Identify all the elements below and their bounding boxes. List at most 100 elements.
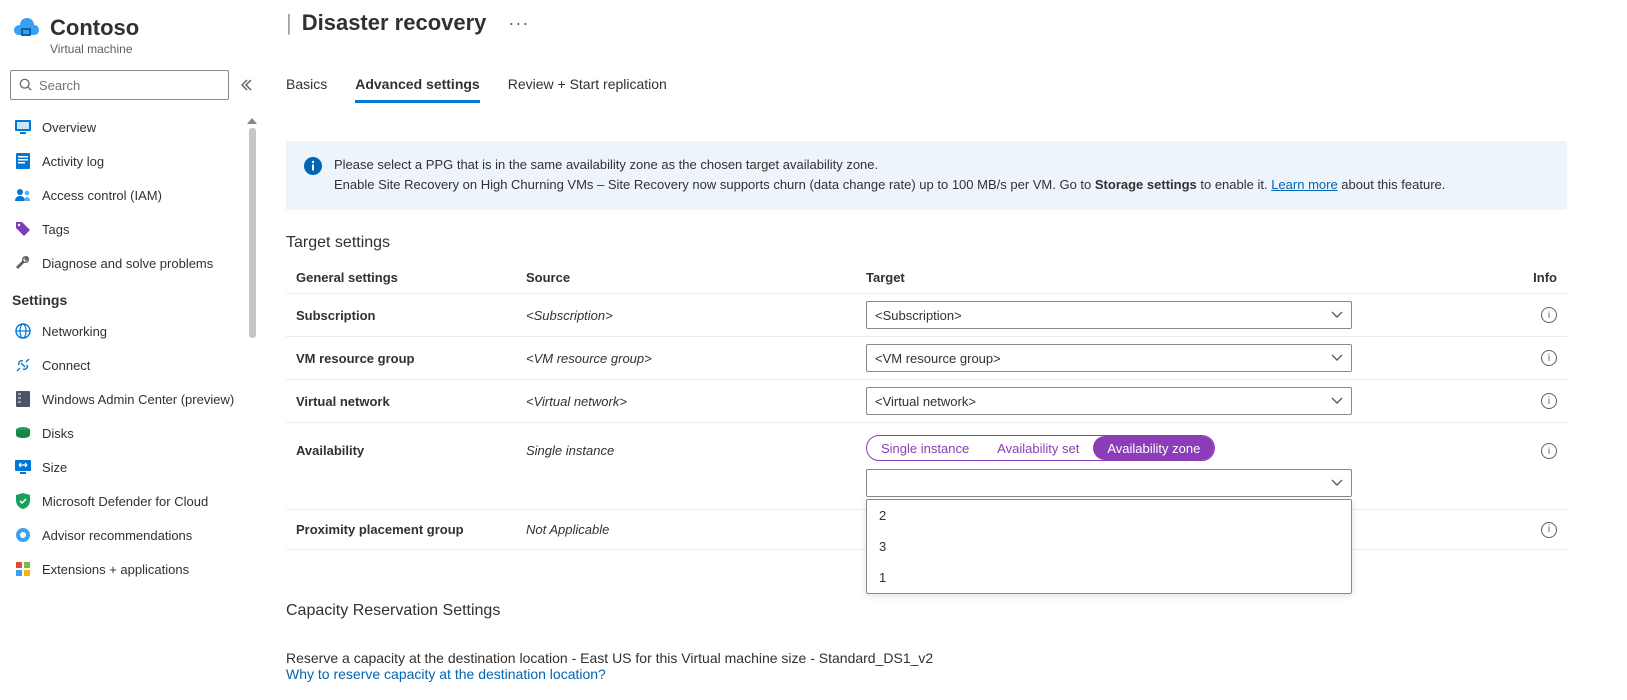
sidebar: Contoso Virtual machine Overview Activit… [0,0,260,700]
dropdown-value: <VM resource group> [875,351,1001,366]
label-vmrg: VM resource group [296,351,526,366]
nav-extensions[interactable]: Extensions + applications [6,552,253,586]
source-ppg: Not Applicable [526,522,609,537]
zone-option[interactable]: 2 [867,500,1351,531]
info-banner: Please select a PPG that is in the same … [286,141,1567,210]
target-settings-title: Target settings [286,234,1567,252]
nav-label: Networking [42,324,107,339]
banner-line1: Please select a PPG that is in the same … [334,157,878,172]
zone-option[interactable]: 1 [867,562,1351,593]
dropdown-value: <Subscription> [875,308,962,323]
disks-icon [14,424,32,442]
label-subscription: Subscription [296,308,526,323]
banner-line2a: Enable Site Recovery on High Churning VM… [334,177,1095,192]
tab-basics[interactable]: Basics [286,76,327,103]
nav-iam[interactable]: Access control (IAM) [6,178,253,212]
seg-availability-set[interactable]: Availability set [983,436,1093,460]
chevron-down-icon [1331,311,1343,319]
info-icon [304,157,322,175]
nav-defender[interactable]: Microsoft Defender for Cloud [6,484,253,518]
server-icon [14,390,32,408]
monitor-icon [14,118,32,136]
row-info-icon[interactable]: i [1541,443,1557,459]
nav-tags[interactable]: Tags [6,212,253,246]
title-separator: | [286,10,292,36]
target-subscription-dropdown[interactable]: <Subscription> [866,301,1352,329]
nav-activity-log[interactable]: Activity log [6,144,253,178]
source-vmrg: <VM resource group> [526,351,652,366]
tag-icon [14,220,32,238]
nav-overview[interactable]: Overview [6,110,253,144]
banner-line2d: about this feature. [1338,177,1446,192]
page-title: Disaster recovery [302,10,487,36]
th-source: Source [526,270,866,285]
brand-subtitle: Virtual machine [50,42,259,56]
connect-icon [14,356,32,374]
capacity-reservation-section: Capacity Reservation Settings Reserve a … [286,602,1567,682]
sidebar-nav: Overview Activity log Access control (IA… [6,110,259,680]
learn-more-link[interactable]: Learn more [1271,177,1337,192]
seg-availability-zone[interactable]: Availability zone [1093,436,1214,460]
th-general: General settings [296,270,526,285]
nav-label: Activity log [42,154,104,169]
capacity-why-link[interactable]: Why to reserve capacity at the destinati… [286,666,1567,682]
brand: Contoso [6,10,259,44]
sidebar-scrollbar[interactable] [245,118,259,678]
advisor-icon [14,526,32,544]
chevron-down-icon [1331,479,1343,487]
extensions-icon [14,560,32,578]
nav-label: Access control (IAM) [42,188,162,203]
capacity-description: Reserve a capacity at the destination lo… [286,650,1567,666]
nav-size[interactable]: Size [6,450,253,484]
nav-label: Diagnose and solve problems [42,256,213,271]
th-target: Target [866,270,1467,285]
log-icon [14,152,32,170]
row-info-icon[interactable]: i [1541,522,1557,538]
sidebar-search-input[interactable] [39,78,220,93]
nav-label: Extensions + applications [42,562,189,577]
target-settings-table: General settings Source Target Info Subs… [286,262,1567,550]
cloud-vm-icon [10,14,44,42]
banner-line2-bold: Storage settings [1095,177,1197,192]
row-availability: Availability Single instance Single inst… [286,422,1567,509]
nav-label: Disks [42,426,74,441]
source-vnet: <Virtual network> [526,394,627,409]
th-info: Info [1467,270,1557,285]
label-availability: Availability [296,435,526,458]
nav-disks[interactable]: Disks [6,416,253,450]
row-info-icon[interactable]: i [1541,393,1557,409]
scroll-thumb[interactable] [249,128,256,338]
nav-label: Overview [42,120,96,135]
nav-label: Advisor recommendations [42,528,192,543]
nav-connect[interactable]: Connect [6,348,253,382]
collapse-sidebar-button[interactable] [239,78,253,92]
seg-single-instance[interactable]: Single instance [867,436,983,460]
more-actions-button[interactable]: ··· [508,13,529,34]
zone-option[interactable]: 3 [867,531,1351,562]
nav-section-settings: Settings [6,280,253,314]
availability-zone-dropdown[interactable] [866,469,1352,497]
row-info-icon[interactable]: i [1541,307,1557,323]
chevron-down-icon [1331,354,1343,362]
row-subscription: Subscription <Subscription> <Subscriptio… [286,293,1567,336]
wrench-icon [14,254,32,272]
nav-wac[interactable]: Windows Admin Center (preview) [6,382,253,416]
row-virtual-network: Virtual network <Virtual network> <Virtu… [286,379,1567,422]
tab-advanced-settings[interactable]: Advanced settings [355,76,479,103]
brand-title: Contoso [50,15,139,41]
target-vmrg-dropdown[interactable]: <VM resource group> [866,344,1352,372]
tabs: Basics Advanced settings Review + Start … [286,76,1567,103]
source-subscription: <Subscription> [526,308,613,323]
target-vnet-dropdown[interactable]: <Virtual network> [866,387,1352,415]
nav-diagnose[interactable]: Diagnose and solve problems [6,246,253,280]
row-info-icon[interactable]: i [1541,350,1557,366]
label-ppg: Proximity placement group [296,522,526,537]
banner-message: Please select a PPG that is in the same … [334,155,1445,194]
availability-segmented: Single instance Availability set Availab… [866,435,1215,461]
sidebar-search[interactable] [10,70,229,100]
nav-advisor[interactable]: Advisor recommendations [6,518,253,552]
tab-review[interactable]: Review + Start replication [508,76,667,103]
banner-line2c: to enable it. [1197,177,1271,192]
nav-networking[interactable]: Networking [6,314,253,348]
capacity-title: Capacity Reservation Settings [286,602,1567,620]
